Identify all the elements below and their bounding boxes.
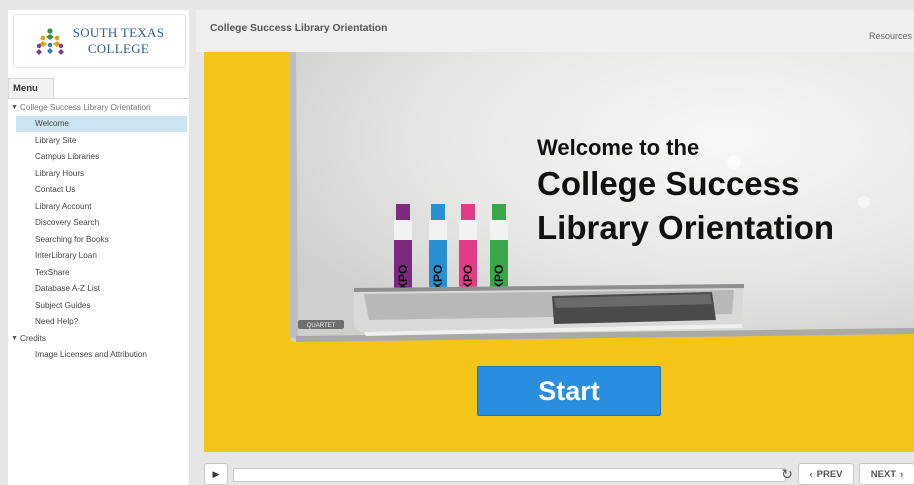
menu-section-credits[interactable]: ▼ Credits — [8, 330, 189, 347]
start-button[interactable]: Start — [477, 366, 661, 416]
logo-text: South Texas College — [73, 25, 165, 57]
next-label: NEXT — [870, 468, 897, 480]
prev-label: PREV — [816, 468, 843, 480]
menu-section-label: Credits — [20, 333, 46, 343]
replay-button[interactable]: ↻ — [778, 464, 796, 484]
menu-section-orientation[interactable]: ▼ College Success Library Orientation — [8, 99, 189, 116]
caret-down-icon[interactable]: ▼ — [11, 335, 20, 342]
welcome-line-3: Library Orientation — [537, 209, 835, 246]
menu-item-contact-us[interactable]: Contact Us — [8, 182, 189, 199]
welcome-line-1: Welcome to the — [537, 135, 700, 160]
course-header: College Success Library Orientation Reso… — [196, 10, 914, 52]
menu-item-interlibrary-loan[interactable]: InterLibrary Loan — [8, 248, 189, 265]
menu-item-discovery-search[interactable]: Discovery Search — [8, 215, 189, 232]
menu-item-library-hours[interactable]: Library Hours — [8, 165, 189, 182]
menu-item-database-az-list[interactable]: Database A-Z List — [8, 281, 189, 298]
player-controls: ▶ ↻ ‹ PREV NEXT › — [196, 452, 914, 485]
menu-section-label: College Success Library Orientation — [20, 102, 151, 112]
resources-link[interactable]: Resources — [869, 31, 912, 41]
caret-down-icon[interactable]: ▼ — [11, 104, 20, 111]
menu-list: ▼ College Success Library Orientation We… — [8, 99, 189, 363]
logo-line-1: South Texas — [72, 25, 165, 40]
logo-line-2: College — [87, 41, 150, 56]
college-logo: South Texas College — [13, 14, 186, 68]
menu-item-library-site[interactable]: Library Site — [8, 132, 189, 149]
menu-item-campus-libraries[interactable]: Campus Libraries — [8, 149, 189, 166]
course-title: College Success Library Orientation — [210, 23, 388, 34]
menu-item-need-help[interactable]: Need Help? — [8, 314, 189, 331]
welcome-line-2: College Success — [537, 165, 800, 202]
seek-bar[interactable] — [233, 468, 786, 482]
prev-button[interactable]: ‹ PREV — [798, 463, 854, 485]
replay-icon: ↻ — [781, 465, 793, 482]
sidebar: South Texas College Menu ▼ College Succe… — [8, 10, 189, 485]
menu-item-library-account[interactable]: Library Account — [8, 198, 189, 215]
play-icon: ▶ — [212, 468, 220, 479]
slide-stage: QUARTET EXPO EXPO EXPO EXPO Welcome to t… — [204, 52, 914, 452]
menu-item-image-licenses[interactable]: Image Licenses and Attribution — [8, 347, 189, 364]
menu-item-welcome[interactable]: Welcome — [16, 115, 187, 132]
logo-people-icon — [35, 28, 64, 55]
chevron-left-icon: ‹ — [809, 468, 813, 480]
play-button[interactable]: ▶ — [204, 463, 228, 485]
menu-item-searching-for-books[interactable]: Searching for Books — [8, 231, 189, 248]
tray-brand-label: QUARTET — [307, 323, 336, 329]
chevron-right-icon: › — [900, 468, 904, 480]
menu-tab[interactable]: Menu — [8, 78, 54, 98]
next-button[interactable]: NEXT › — [859, 463, 914, 485]
menu-item-subject-guides[interactable]: Subject Guides — [8, 297, 189, 314]
menu-item-texshare[interactable]: TexShare — [8, 264, 189, 281]
